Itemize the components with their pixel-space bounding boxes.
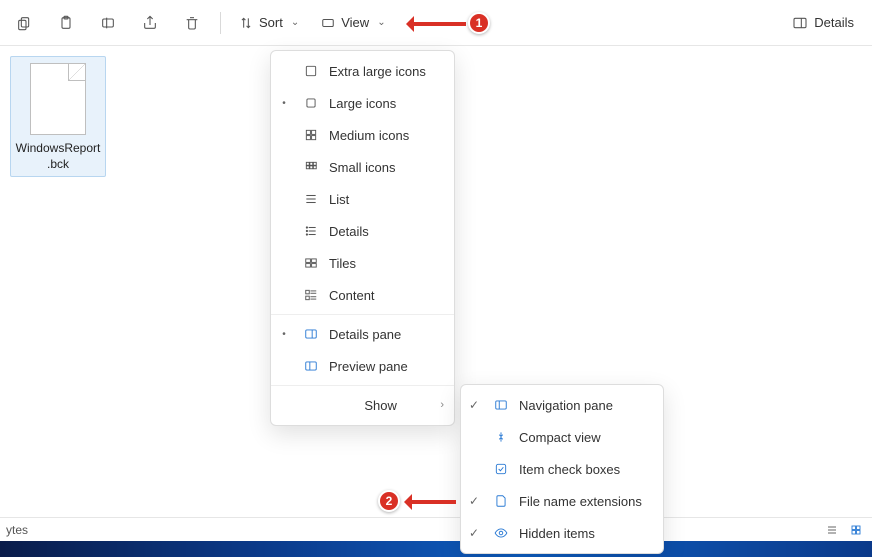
file-extensions-icon: [491, 494, 511, 508]
medium-icons-icon: [301, 128, 321, 142]
menu-item-hidden-items[interactable]: ✓ Hidden items: [461, 517, 663, 549]
layout-toggle: [822, 522, 866, 538]
share-icon: [142, 15, 158, 31]
sort-icon: [239, 16, 253, 30]
paste-icon: [58, 15, 74, 31]
menu-item-label: Extra large icons: [329, 64, 444, 79]
menu-item-file-name-extensions[interactable]: ✓ File name extensions: [461, 485, 663, 517]
menu-item-label: Details pane: [329, 327, 444, 342]
copy-button[interactable]: [8, 7, 40, 39]
menu-item-compact-view[interactable]: Compact view: [461, 421, 663, 453]
annotation-arrow-2: [406, 500, 456, 504]
checkbox-icon: [491, 462, 511, 476]
menu-item-label: Content: [329, 288, 444, 303]
menu-item-label: Preview pane: [329, 359, 444, 374]
status-text: ytes: [6, 523, 28, 537]
menu-item-label: File name extensions: [519, 494, 653, 509]
menu-item-label: Item check boxes: [519, 462, 653, 477]
menu-item-preview-pane[interactable]: Preview pane: [271, 350, 454, 382]
menu-item-tiles[interactable]: Tiles: [271, 247, 454, 279]
copy-icon: [16, 15, 32, 31]
details-label: Details: [814, 15, 854, 30]
tiles-icon: [301, 256, 321, 270]
show-submenu: ✓ Navigation pane Compact view Item chec…: [460, 384, 664, 554]
status-bar: ytes: [0, 517, 872, 541]
content-icon: [301, 288, 321, 302]
show-label: Show: [329, 398, 432, 413]
rename-icon: [100, 15, 116, 31]
chevron-down-icon: ⌄: [377, 17, 385, 28]
bullet: •: [275, 98, 293, 109]
annotation-arrow-1: [408, 22, 466, 26]
menu-item-small-icons[interactable]: Small icons: [271, 151, 454, 183]
menu-item-item-check-boxes[interactable]: Item check boxes: [461, 453, 663, 485]
navigation-pane-icon: [491, 398, 511, 412]
menu-item-details-pane[interactable]: • Details pane: [271, 318, 454, 350]
menu-item-extra-large-icons[interactable]: Extra large icons: [271, 55, 454, 87]
bullet: •: [275, 329, 293, 340]
paste-button[interactable]: [50, 7, 82, 39]
large-icons-icon: [301, 96, 321, 110]
menu-item-label: Tiles: [329, 256, 444, 271]
compact-view-icon: [491, 430, 511, 444]
details-toggle-button[interactable]: Details: [786, 7, 860, 39]
layout-thumbnails-button[interactable]: [846, 522, 866, 538]
menu-separator: [271, 314, 454, 315]
menu-item-medium-icons[interactable]: Medium icons: [271, 119, 454, 151]
toolbar-separator: [220, 12, 221, 34]
menu-item-label: Small icons: [329, 160, 444, 175]
taskbar: [0, 541, 872, 557]
menu-item-navigation-pane[interactable]: ✓ Navigation pane: [461, 389, 663, 421]
chevron-down-icon: ⌄: [291, 17, 299, 28]
extra-large-icons-icon: [301, 64, 321, 78]
annotation-number-2: 2: [378, 490, 400, 512]
menu-item-show[interactable]: Show ›: [271, 389, 454, 421]
menu-item-label: Hidden items: [519, 526, 653, 541]
file-name: WindowsReport.bck: [15, 141, 101, 172]
menu-item-label: Details: [329, 224, 444, 239]
annotation-number-1: 1: [468, 12, 490, 34]
file-item[interactable]: WindowsReport.bck: [10, 56, 106, 177]
chevron-right-icon: ›: [440, 399, 444, 411]
menu-item-list[interactable]: List: [271, 183, 454, 215]
delete-button[interactable]: [176, 7, 208, 39]
rename-button[interactable]: [92, 7, 124, 39]
menu-item-label: List: [329, 192, 444, 207]
check-icon: ✓: [465, 526, 483, 540]
list-icon: [301, 192, 321, 206]
view-menu: Extra large icons • Large icons Medium i…: [270, 50, 455, 426]
menu-item-label: Navigation pane: [519, 398, 653, 413]
details-pane-icon: [792, 15, 808, 31]
menu-item-label: Large icons: [329, 96, 444, 111]
layout-details-button[interactable]: [822, 522, 842, 538]
check-icon: ✓: [465, 398, 483, 412]
hidden-items-icon: [491, 526, 511, 540]
details-pane-icon: [301, 327, 321, 341]
trash-icon: [184, 15, 200, 31]
details-icon: [301, 224, 321, 238]
view-label: View: [341, 15, 369, 30]
file-icon: [30, 63, 86, 135]
menu-separator: [271, 385, 454, 386]
sort-button[interactable]: Sort ⌄: [233, 7, 305, 39]
menu-item-content[interactable]: Content: [271, 279, 454, 311]
view-icon: [321, 16, 335, 30]
check-icon: ✓: [465, 494, 483, 508]
menu-item-details[interactable]: Details: [271, 215, 454, 247]
sort-label: Sort: [259, 15, 283, 30]
small-icons-icon: [301, 160, 321, 174]
view-button[interactable]: View ⌄: [315, 7, 391, 39]
menu-item-large-icons[interactable]: • Large icons: [271, 87, 454, 119]
share-button[interactable]: [134, 7, 166, 39]
preview-pane-icon: [301, 359, 321, 373]
menu-item-label: Compact view: [519, 430, 653, 445]
menu-item-label: Medium icons: [329, 128, 444, 143]
